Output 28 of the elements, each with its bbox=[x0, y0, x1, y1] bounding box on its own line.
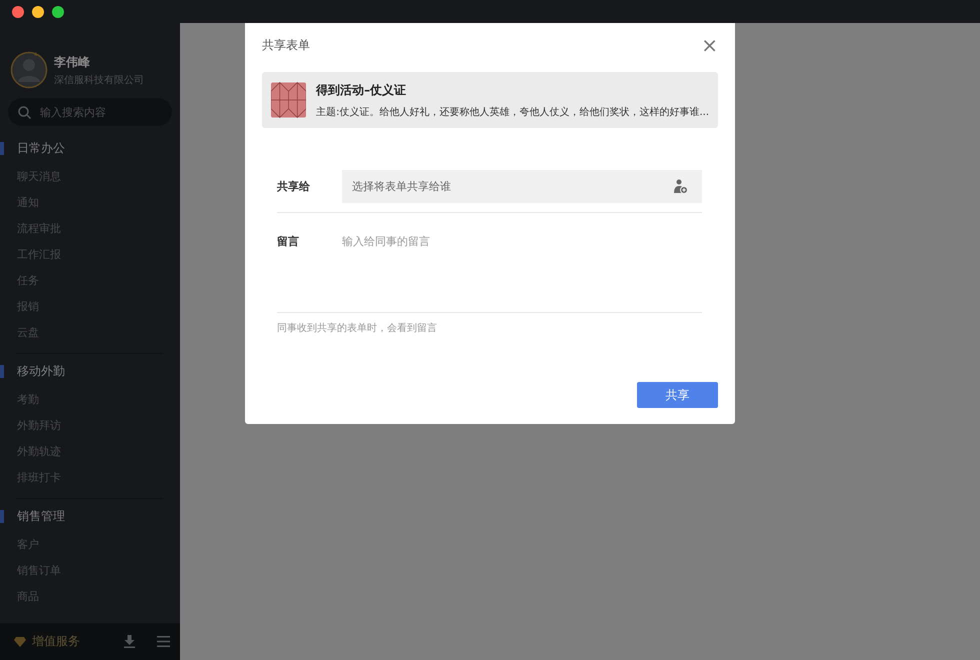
diamond-icon bbox=[14, 636, 26, 646]
section-marker bbox=[0, 510, 4, 522]
hint-text: 同事收到共享的表单时，会看到留言 bbox=[277, 322, 438, 335]
add-person-icon[interactable] bbox=[673, 179, 688, 194]
form-subtitle: 主题:仗义证。给他人好礼，还要称他人英雄，夸他人仗义，给他们奖状，这样的好事谁... bbox=[316, 106, 709, 118]
close-window-button[interactable] bbox=[12, 6, 24, 18]
section-title: 移动外勤 bbox=[17, 362, 65, 380]
download-icon[interactable] bbox=[124, 635, 135, 648]
close-button[interactable]: × bbox=[701, 38, 718, 52]
avatar-icon bbox=[10, 51, 48, 89]
user-name: 李伟峰 bbox=[54, 54, 91, 70]
share-to-field[interactable]: 选择将表单共享给谁 bbox=[342, 170, 702, 203]
zoom-window-button[interactable] bbox=[52, 6, 64, 18]
minimize-window-button[interactable] bbox=[32, 6, 44, 18]
search-field[interactable]: 输入搜索内容 bbox=[8, 98, 172, 126]
search-icon bbox=[18, 106, 31, 118]
dialog-title: 共享表单 bbox=[262, 36, 310, 54]
section-marker bbox=[0, 364, 4, 378]
share-button[interactable]: 共享 bbox=[637, 382, 718, 408]
section-title: 销售管理 bbox=[17, 508, 65, 524]
company-name: 深信服科技有限公司 bbox=[54, 74, 144, 86]
menu-icon[interactable] bbox=[157, 636, 170, 647]
section-marker bbox=[0, 142, 4, 154]
message-label: 留言 bbox=[277, 234, 300, 248]
form-title: 得到活动–仗义证 bbox=[316, 82, 408, 98]
share-to-label: 共享给 bbox=[277, 179, 311, 194]
section-title: 日常办公 bbox=[17, 140, 65, 156]
form-thumbnail-icon bbox=[271, 82, 306, 118]
